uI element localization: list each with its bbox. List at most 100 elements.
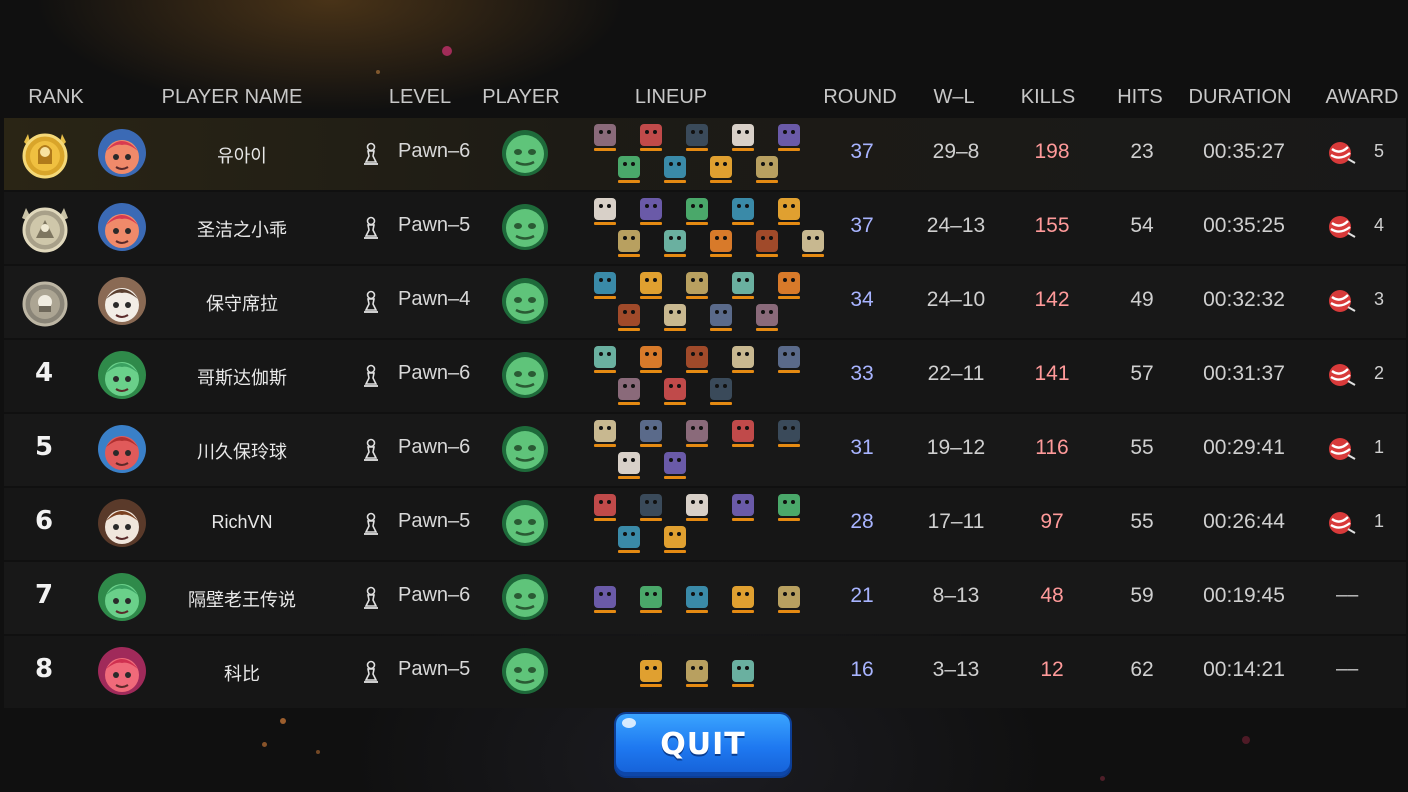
lineup-unit-icon[interactable]	[778, 586, 800, 613]
lineup-unit-icon[interactable]	[618, 304, 640, 331]
player-name: RichVN	[211, 512, 273, 532]
player-character-icon[interactable]	[502, 204, 548, 250]
player-character-icon[interactable]	[502, 130, 548, 176]
unit-star-bar	[618, 180, 640, 183]
lineup-unit-icon[interactable]	[618, 378, 640, 405]
unit-star-bar	[618, 476, 640, 479]
lineup-unit-icon[interactable]	[778, 272, 800, 299]
player-avatar[interactable]	[98, 203, 146, 251]
lineup-unit-icon[interactable]	[778, 420, 800, 447]
award-count: 5	[1374, 141, 1385, 161]
lineup-unit-icon[interactable]	[778, 494, 800, 521]
lineup-unit-icon[interactable]	[664, 156, 686, 183]
lineup-unit-icon[interactable]	[640, 660, 662, 687]
lineup-unit-icon[interactable]	[732, 586, 754, 613]
lineup-unit-icon[interactable]	[686, 586, 708, 613]
player-character-icon[interactable]	[502, 278, 548, 324]
lineup-unit-icon[interactable]	[732, 660, 754, 687]
player-character-icon[interactable]	[502, 648, 548, 694]
unit-star-bar	[664, 328, 686, 331]
lineup-unit-icon[interactable]	[664, 304, 686, 331]
unit-star-bar	[756, 328, 778, 331]
lineup-unit-icon[interactable]	[640, 272, 662, 299]
unit-star-bar	[710, 254, 732, 257]
lineup-unit-icon[interactable]	[732, 346, 754, 373]
lineup-unit-icon[interactable]	[756, 156, 778, 183]
player-avatar[interactable]	[98, 425, 146, 473]
lineup-unit-icon[interactable]	[640, 586, 662, 613]
hits-value: 62	[1130, 658, 1154, 681]
candy-ball-icon	[1328, 511, 1356, 535]
player-avatar[interactable]	[98, 129, 146, 177]
lineup-unit-icon[interactable]	[686, 272, 708, 299]
player-character-icon[interactable]	[502, 426, 548, 472]
player-level: Pawn–4	[398, 288, 471, 310]
player-avatar[interactable]	[98, 277, 146, 325]
player-character-icon[interactable]	[502, 574, 548, 620]
lineup-unit-icon[interactable]	[664, 230, 686, 257]
win-loss-value: 8–13	[932, 584, 980, 607]
lineup-unit-icon[interactable]	[686, 198, 708, 225]
unit-star-bar	[640, 222, 662, 225]
lineup-unit-icon[interactable]	[618, 526, 640, 553]
lineup-unit-icon[interactable]	[594, 494, 616, 521]
lineup-unit-icon[interactable]	[710, 230, 732, 257]
unit-star-bar	[618, 550, 640, 553]
player-character-icon[interactable]	[502, 352, 548, 398]
lineup	[584, 492, 824, 556]
lineup-unit-icon[interactable]	[640, 346, 662, 373]
lineup-unit-icon[interactable]	[778, 124, 800, 151]
lineup-unit-icon[interactable]	[594, 346, 616, 373]
player-avatar[interactable]	[98, 499, 146, 547]
lineup-unit-icon[interactable]	[640, 198, 662, 225]
duration-value: 00:26:44	[1203, 510, 1285, 533]
lineup-unit-icon[interactable]	[664, 378, 686, 405]
lineup-unit-icon[interactable]	[594, 198, 616, 225]
lineup-unit-icon[interactable]	[686, 420, 708, 447]
lineup-unit-icon[interactable]	[594, 420, 616, 447]
lineup-unit-icon[interactable]	[710, 304, 732, 331]
lineup-unit-icon[interactable]	[732, 494, 754, 521]
lineup-unit-icon[interactable]	[732, 198, 754, 225]
lineup-unit-icon[interactable]	[618, 452, 640, 479]
lineup-unit-icon[interactable]	[664, 526, 686, 553]
lineup-unit-icon[interactable]	[756, 230, 778, 257]
lineup-unit-icon[interactable]	[802, 230, 824, 257]
lineup-unit-icon[interactable]	[640, 494, 662, 521]
lineup-unit-icon[interactable]	[594, 272, 616, 299]
player-level: Pawn–5	[398, 658, 471, 680]
lineup-unit-icon[interactable]	[594, 124, 616, 151]
lineup-unit-icon[interactable]	[710, 156, 732, 183]
lineup-unit-icon[interactable]	[664, 452, 686, 479]
lineup-unit-icon[interactable]	[618, 156, 640, 183]
player-avatar[interactable]	[98, 351, 146, 399]
lineup-unit-icon[interactable]	[732, 124, 754, 151]
award: ––	[1324, 584, 1394, 610]
player-avatar[interactable]	[98, 647, 146, 695]
lineup-unit-icon[interactable]	[640, 124, 662, 151]
lineup-unit-icon[interactable]	[686, 660, 708, 687]
table-row: 7 隔壁老王传说 Pawn–6 21 8–13 48 59 00:19:45 ––	[4, 562, 1406, 634]
lineup-unit-icon[interactable]	[732, 272, 754, 299]
lineup-unit-icon[interactable]	[710, 378, 732, 405]
lineup-unit-icon[interactable]	[686, 124, 708, 151]
unit-star-bar	[710, 180, 732, 183]
unit-star-bar	[594, 222, 616, 225]
button-gloss	[622, 718, 636, 728]
lineup-unit-icon[interactable]	[732, 420, 754, 447]
lineup-unit-icon[interactable]	[640, 420, 662, 447]
player-avatar[interactable]	[98, 573, 146, 621]
unit-star-bar	[732, 148, 754, 151]
lineup-unit-icon[interactable]	[686, 346, 708, 373]
hits-value: 23	[1130, 140, 1154, 163]
player-character-icon[interactable]	[502, 500, 548, 546]
lineup-unit-icon[interactable]	[594, 586, 616, 613]
lineup-unit-icon[interactable]	[778, 346, 800, 373]
player-name: 隔壁老王传说	[188, 590, 296, 610]
lineup-unit-icon[interactable]	[686, 494, 708, 521]
lineup-unit-icon[interactable]	[756, 304, 778, 331]
quit-button[interactable]: QUIT	[616, 714, 790, 776]
kills-value: 116	[1035, 436, 1069, 459]
lineup-unit-icon[interactable]	[778, 198, 800, 225]
lineup-unit-icon[interactable]	[618, 230, 640, 257]
